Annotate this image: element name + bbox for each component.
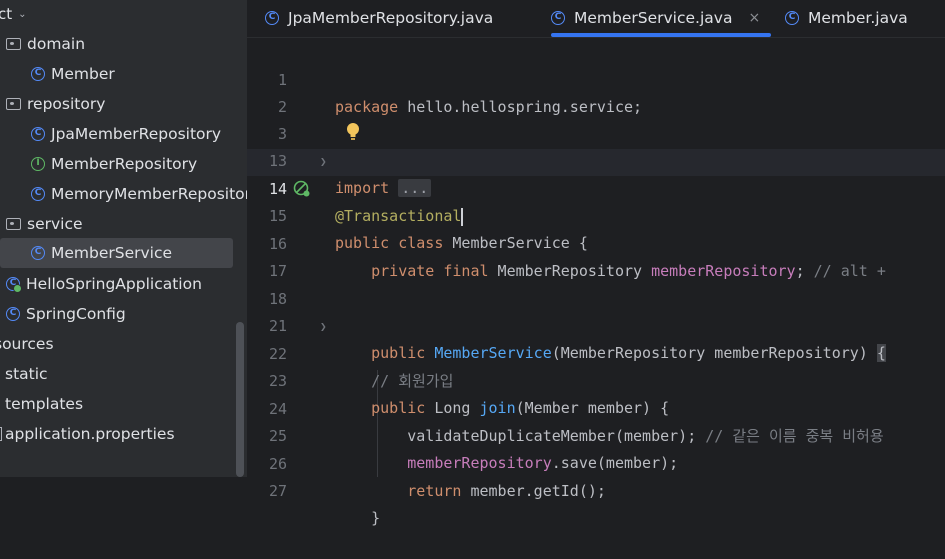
lightbulb-icon[interactable]: [346, 122, 360, 142]
code-token: }: [371, 509, 381, 527]
tree-item-member[interactable]: C Member: [0, 59, 233, 89]
tree-item-service[interactable]: service: [0, 209, 233, 239]
tab-label: JpaMemberRepository.java: [288, 9, 494, 27]
tab-memberservice[interactable]: C MemberService.java ×: [551, 0, 760, 36]
tree-item-springconfig[interactable]: C SpringConfig: [0, 299, 233, 329]
tree-item-label: static: [5, 365, 48, 383]
tab-jpamemberrepository[interactable]: C JpaMemberRepository.java: [265, 0, 493, 36]
class-icon: C: [6, 307, 20, 321]
line-number: 27: [268, 482, 287, 500]
class-icon: C: [31, 246, 45, 260]
tab-label: MemberService.java: [574, 9, 733, 27]
code-token: member.getId();: [461, 482, 606, 500]
tab-label: Member.java: [808, 9, 908, 27]
package-icon: [6, 218, 21, 230]
tree-item-label: MemberRepository: [51, 155, 198, 173]
class-icon: C: [551, 11, 565, 25]
tab-member[interactable]: C Member.java: [785, 0, 908, 36]
code-line: 26 return member.getId();: [247, 424, 945, 500]
package-icon: [6, 98, 21, 110]
code-line: 14 @Transactional: [247, 149, 945, 226]
tree-item-static[interactable]: static: [5, 359, 238, 389]
tree-item-application-properties[interactable]: application.properties: [0, 419, 229, 449]
tree-item-hellospringapplication[interactable]: C HelloSpringApplication: [0, 269, 233, 299]
tree-item-label: Member: [51, 65, 115, 83]
tree-item-repository[interactable]: repository: [0, 89, 233, 119]
class-icon: C: [31, 67, 45, 81]
spring-class-icon: C: [6, 277, 22, 293]
tree-item-label: JpaMemberRepository: [51, 125, 222, 143]
editor-tab-bar: C JpaMemberRepository.java C MemberServi…: [247, 0, 945, 38]
code-line: 24 validateDuplicateMember(member); // 같…: [247, 369, 945, 445]
tree-item-label: MemberService: [51, 244, 173, 262]
code-line: 22 // 회원가입: [247, 314, 945, 390]
tree-item-label: templates: [5, 395, 84, 413]
tree-item-label: sources: [0, 335, 54, 353]
active-tab-indicator: [551, 33, 771, 37]
class-icon: C: [31, 187, 45, 201]
tree-item-memberrepository[interactable]: I MemberRepository: [0, 149, 233, 179]
code-line: 23 public Long join(Member member) {: [247, 341, 945, 417]
tree-item-resources[interactable]: sources: [0, 329, 227, 359]
project-sidebar: ct ⌄ domain C Member repository C JpaMemb…: [0, 0, 247, 477]
class-icon: C: [31, 127, 45, 141]
tree-item-label: MemoryMemberRepositor: [51, 185, 247, 203]
code-line: 21: [247, 286, 945, 335]
tree-item-label: SpringConfig: [26, 305, 126, 323]
close-icon[interactable]: ×: [748, 10, 760, 26]
tree-item-label: domain: [27, 35, 86, 53]
tree-item-label: application.properties: [5, 425, 175, 443]
tree-item-domain[interactable]: domain: [0, 29, 233, 59]
project-header-label: ct: [0, 5, 13, 23]
project-header[interactable]: ct ⌄: [0, 3, 27, 25]
code-line: 2: [247, 67, 945, 116]
code-line: 17: [247, 231, 945, 280]
code-line: 18 ❯ public MemberService(MemberReposito…: [247, 259, 945, 362]
code-line: 25 memberRepository.save(member);: [247, 396, 945, 472]
tree-item-memorymemberrepository[interactable]: C MemoryMemberRepositor: [0, 179, 247, 209]
interface-icon: I: [31, 157, 45, 171]
tree-item-label: repository: [27, 95, 106, 113]
class-icon: C: [265, 11, 279, 25]
code-editor[interactable]: 1 package hello.hellospring.service; 2 3…: [247, 38, 945, 527]
chevron-down-icon[interactable]: ⌄: [18, 4, 26, 26]
editor-panel: C JpaMemberRepository.java C MemberServi…: [247, 0, 945, 527]
code-line: 3 ❯ import ...: [247, 94, 945, 197]
tree-item-label: service: [27, 215, 83, 233]
spring-bean-gutter-icon[interactable]: [293, 180, 311, 198]
code-line: 1 package hello.hellospring.service;: [247, 40, 945, 116]
code-line: 15 public class MemberService {: [247, 176, 945, 252]
tree-item-memberservice[interactable]: C MemberService: [0, 238, 233, 268]
tree-item-label: HelloSpringApplication: [26, 275, 202, 293]
tree-item-templates[interactable]: templates: [5, 389, 238, 419]
code-token: return: [407, 482, 462, 500]
code-line: 27 }: [247, 451, 945, 527]
code-line: 16 private final MemberRepository member…: [247, 204, 945, 280]
class-icon: C: [785, 11, 799, 25]
package-icon: [6, 38, 21, 50]
properties-file-icon: [0, 427, 2, 441]
sidebar-scrollbar[interactable]: [236, 322, 244, 477]
tree-item-jpamemberrepository[interactable]: C JpaMemberRepository: [0, 119, 233, 149]
